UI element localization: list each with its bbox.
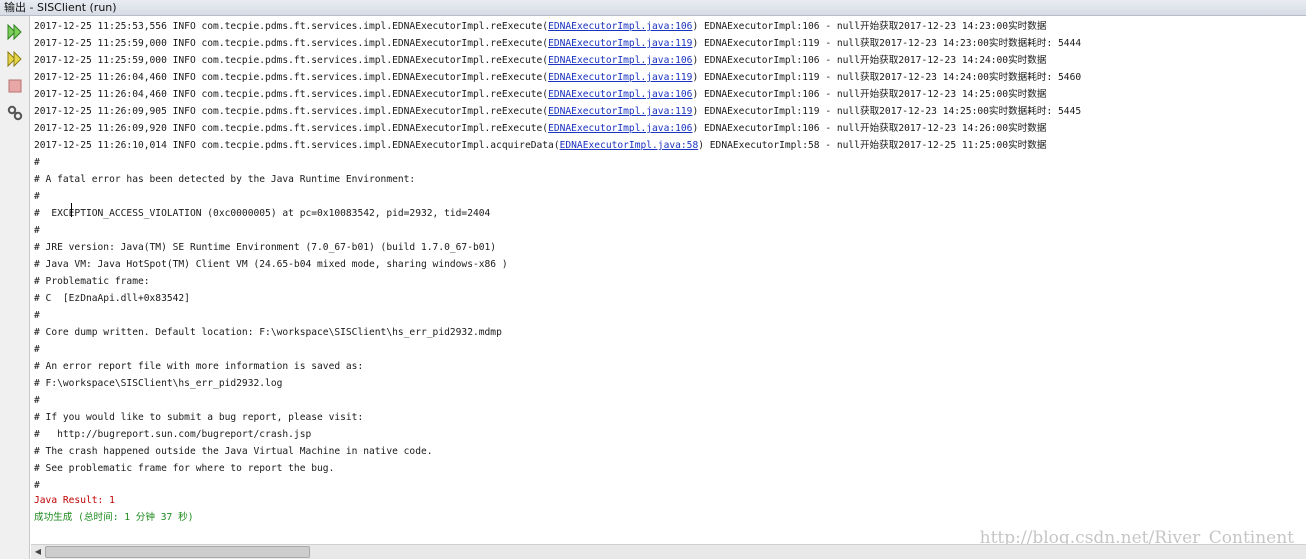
log-line-text: 2017-12-25 11:25:53,556 INFO com.tecpie.… <box>34 21 549 32</box>
scroll-left-icon[interactable]: ◀ <box>33 547 43 557</box>
log-line: 2017-12-25 11:26:09,920 INFO com.tecpie.… <box>34 120 1046 137</box>
crash-report-line: # EXCEPTION_ACCESS_VIOLATION (0xc0000005… <box>34 208 491 219</box>
crash-report-line: # <box>34 310 40 321</box>
source-link[interactable]: EDNAExecutorImpl.java:58 <box>560 140 699 151</box>
log-line-text: ) EDNAExecutorImpl:119 - null获取2017-12-2… <box>692 38 1082 49</box>
log-line-text: ) EDNAExecutorImpl:106 - null开始获取2017-12… <box>692 55 1047 66</box>
source-link[interactable]: EDNAExecutorImpl.java:119 <box>548 72 692 83</box>
crash-report-line: # <box>34 191 40 202</box>
log-line-text: 2017-12-25 11:26:04,460 INFO com.tecpie.… <box>34 89 549 100</box>
crash-report-line: # A fatal error has been detected by the… <box>34 174 416 185</box>
log-line-text: 2017-12-25 11:26:09,920 INFO com.tecpie.… <box>34 123 549 134</box>
source-link[interactable]: EDNAExecutorImpl.java:106 <box>548 21 692 32</box>
log-line: 2017-12-25 11:25:59,000 INFO com.tecpie.… <box>34 52 1046 69</box>
rerun-button[interactable] <box>5 22 25 42</box>
rerun-with-parameters-button[interactable] <box>5 49 25 69</box>
log-line-text: ) EDNAExecutorImpl:58 - null开始获取2017-12-… <box>698 140 1047 151</box>
log-line: 2017-12-25 11:25:53,556 INFO com.tecpie.… <box>34 18 1046 35</box>
stop-button[interactable] <box>5 76 25 96</box>
log-line-text: ) EDNAExecutorImpl:106 - null开始获取2017-12… <box>692 89 1047 100</box>
source-link[interactable]: EDNAExecutorImpl.java:106 <box>548 123 692 134</box>
java-result-line: Java Result: 1 <box>34 495 115 506</box>
crash-report-line: # <box>34 395 40 406</box>
crash-report-line: # If you would like to submit a bug repo… <box>34 412 364 423</box>
output-window-title: 输出 - SISClient (run) <box>0 0 1306 16</box>
log-line: 2017-12-25 11:26:10,014 INFO com.tecpie.… <box>34 137 1046 154</box>
source-link[interactable]: EDNAExecutorImpl.java:119 <box>548 106 692 117</box>
crash-report-line: # The crash happened outside the Java Vi… <box>34 446 433 457</box>
source-link[interactable]: EDNAExecutorImpl.java:106 <box>548 89 692 100</box>
log-line-text: 2017-12-25 11:26:10,014 INFO com.tecpie.… <box>34 140 560 151</box>
log-line-text: ) EDNAExecutorImpl:106 - null开始获取2017-12… <box>692 21 1047 32</box>
rerun-icon <box>7 23 22 41</box>
source-link[interactable]: EDNAExecutorImpl.java:106 <box>548 55 692 66</box>
crash-report-line: # See problematic frame for where to rep… <box>34 463 335 474</box>
log-line: 2017-12-25 11:25:59,000 INFO com.tecpie.… <box>34 35 1081 52</box>
log-line: 2017-12-25 11:26:04,460 INFO com.tecpie.… <box>34 86 1046 103</box>
scrollbar-thumb[interactable] <box>45 546 310 558</box>
crash-report-line: # F:\workspace\SISClient\hs_err_pid2932.… <box>34 378 283 389</box>
source-link[interactable]: EDNAExecutorImpl.java:119 <box>548 38 692 49</box>
log-line: 2017-12-25 11:26:04,460 INFO com.tecpie.… <box>34 69 1081 86</box>
crash-report-line: # Problematic frame: <box>34 276 150 287</box>
stop-icon <box>8 79 22 93</box>
settings-button[interactable] <box>5 103 25 123</box>
log-line-text: ) EDNAExecutorImpl:119 - null获取2017-12-2… <box>692 72 1082 83</box>
crash-report-line: # Java VM: Java HotSpot(TM) Client VM (2… <box>34 259 508 270</box>
log-line-text: 2017-12-25 11:25:59,000 INFO com.tecpie.… <box>34 55 549 66</box>
crash-report-line: # JRE version: Java(TM) SE Runtime Envir… <box>34 242 497 253</box>
log-line-text: 2017-12-25 11:26:09,905 INFO com.tecpie.… <box>34 106 549 117</box>
output-toolbar <box>0 16 30 559</box>
crash-report-line: # http://bugreport.sun.com/bugreport/cra… <box>34 429 312 440</box>
crash-report-line: # C [EzDnaApi.dll+0x83542] <box>34 293 190 304</box>
crash-report-line: # An error report file with more informa… <box>34 361 364 372</box>
crash-report-line: # <box>34 225 40 236</box>
log-line-text: 2017-12-25 11:26:04,460 INFO com.tecpie.… <box>34 72 549 83</box>
crash-report-line: # <box>34 344 40 355</box>
crash-report-line: # Core dump written. Default location: F… <box>34 327 502 338</box>
crash-report-line: # <box>34 157 40 168</box>
output-console[interactable]: 2017-12-25 11:25:53,556 INFO com.tecpie.… <box>31 16 1306 544</box>
text-caret <box>71 203 72 217</box>
settings-icon <box>7 105 23 121</box>
log-line-text: ) EDNAExecutorImpl:106 - null开始获取2017-12… <box>692 123 1047 134</box>
horizontal-scrollbar[interactable]: ◀ <box>31 544 1306 559</box>
build-status-line: 成功生成 (总时间: 1 分钟 37 秒) <box>34 512 194 523</box>
log-line-text: 2017-12-25 11:25:59,000 INFO com.tecpie.… <box>34 38 549 49</box>
log-line: 2017-12-25 11:26:09,905 INFO com.tecpie.… <box>34 103 1081 120</box>
log-line-text: ) EDNAExecutorImpl:119 - null获取2017-12-2… <box>692 106 1082 117</box>
rerun-with-parameters-icon <box>7 50 22 68</box>
